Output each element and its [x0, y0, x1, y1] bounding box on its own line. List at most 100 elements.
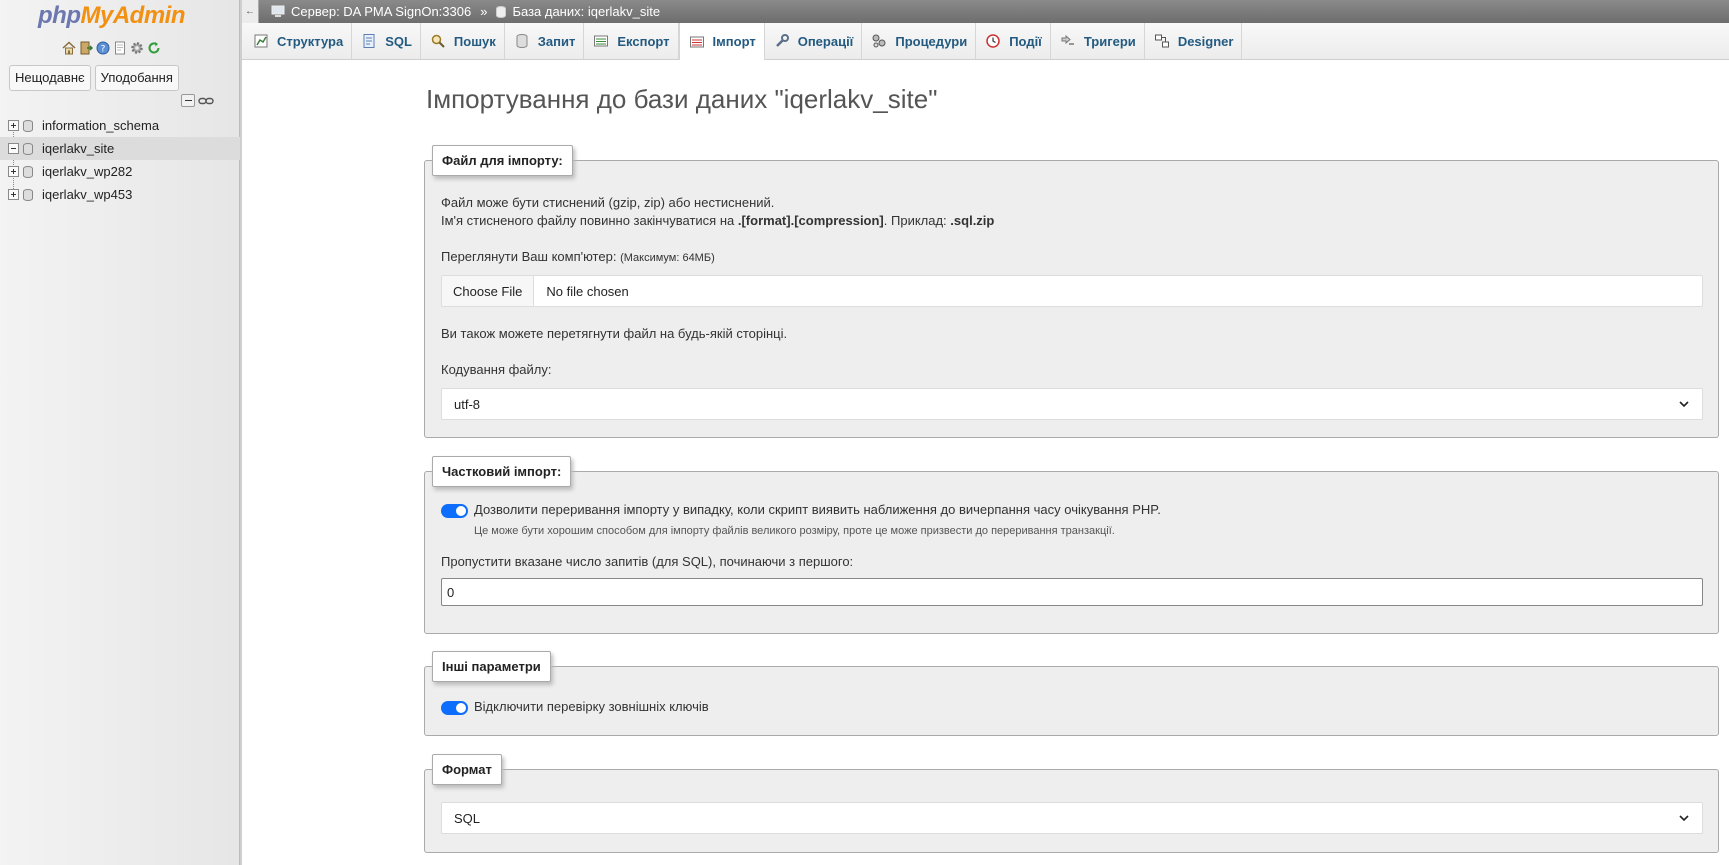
- tab-label: Структура: [277, 33, 344, 49]
- browse-text: Переглянути Ваш комп'ютер:: [441, 249, 617, 264]
- file-import-section: Файл для імпорту: Файл може бути стиснен…: [424, 145, 1719, 438]
- db-label[interactable]: iqerlakv_wp453: [42, 187, 132, 202]
- routines-icon: [872, 34, 886, 48]
- disable-fk-checks-toggle[interactable]: [441, 701, 468, 715]
- favorite-tables-button[interactable]: Уподобання: [94, 65, 179, 91]
- chevron-down-icon: [1679, 815, 1689, 822]
- logo-admin: Admin: [112, 2, 186, 29]
- tab-label: Процедури: [895, 33, 968, 49]
- tab-structure[interactable]: Структура: [244, 23, 353, 59]
- help-icon[interactable]: ?: [96, 41, 110, 55]
- tab-sql[interactable]: SQL: [352, 23, 421, 59]
- db-item-iqerlakv-site[interactable]: iqerlakv_site: [0, 137, 240, 160]
- wrench-icon: [775, 34, 789, 47]
- disable-fk-checks-label[interactable]: Відключити перевірку зовнішніх ключів: [474, 699, 709, 714]
- link-with-main-icon[interactable]: [198, 96, 214, 106]
- designer-icon: [1154, 34, 1169, 48]
- db-item-iqerlakv-wp282[interactable]: iqerlakv_wp282: [0, 160, 240, 183]
- svg-text:?: ?: [101, 45, 106, 55]
- main-content: Імпортування до бази даних "iqerlakv_sit…: [242, 60, 1729, 865]
- tab-import[interactable]: Імпорт: [678, 23, 765, 60]
- file-status: No file chosen: [546, 283, 629, 299]
- reload-icon[interactable]: [147, 41, 161, 55]
- tab-designer[interactable]: Designer: [1145, 23, 1243, 59]
- file-input[interactable]: Choose File No file chosen: [441, 275, 1703, 307]
- recent-tables-button[interactable]: Нещодавнє: [9, 65, 91, 91]
- choose-file-button[interactable]: Choose File: [442, 276, 535, 306]
- tab-label: Експорт: [617, 33, 670, 49]
- tab-operations[interactable]: Операції: [765, 23, 863, 59]
- export-icon: [594, 35, 609, 47]
- partial-section-legend: Частковий імпорт:: [432, 456, 572, 487]
- compression-naming-info: Ім'я стисненого файлу повинно закінчуват…: [441, 213, 994, 228]
- search-icon: [431, 34, 445, 48]
- collapse-all-icon[interactable]: [181, 94, 195, 107]
- events-icon: [986, 34, 1000, 48]
- other-section-legend: Інші параметри: [432, 651, 551, 682]
- naming-format: .[format].[compression]: [737, 213, 884, 228]
- expand-icon[interactable]: [8, 189, 19, 200]
- skip-queries-label: Пропустити вказане число запитів (для SQ…: [441, 554, 854, 569]
- skip-queries-input[interactable]: 0: [441, 578, 1703, 606]
- charset-select[interactable]: utf-8: [441, 388, 1703, 420]
- navigation-panel: phpMyAdmin ? Нещодавнє Уподобання inform…: [0, 0, 240, 865]
- logo-my: My: [80, 2, 113, 29]
- tab-export[interactable]: Експорт: [584, 23, 679, 59]
- other-options-section: Інші параметри Відключити перевірку зовн…: [424, 651, 1719, 736]
- charset-label: Кодування файлу:: [441, 362, 552, 377]
- quick-links: ?: [62, 41, 161, 55]
- database-icon: [23, 165, 33, 178]
- database-tabs: Структура SQL Пошук Запит Експорт Імпорт…: [242, 23, 1729, 60]
- partial-import-section: Частковий імпорт: Дозволити переривання …: [424, 456, 1719, 634]
- tab-triggers[interactable]: Тригери: [1051, 23, 1145, 59]
- db-item-iqerlakv-wp453[interactable]: iqerlakv_wp453: [0, 183, 240, 206]
- triggers-icon: [1061, 34, 1074, 45]
- db-label[interactable]: iqerlakv_wp282: [42, 164, 132, 179]
- expand-icon[interactable]: [8, 166, 19, 177]
- tab-label: SQL: [385, 33, 412, 49]
- allow-interrupt-hint: Це може бути хорошим способом для імпорт…: [474, 525, 1115, 537]
- breadcrumb-server[interactable]: Сервер: DA PMA SignOn:3306: [291, 4, 471, 19]
- breadcrumb: ← Сервер: DA PMA SignOn:3306 » База дани…: [242, 0, 1729, 23]
- file-section-legend: Файл для імпорту:: [432, 145, 573, 176]
- collapse-sidebar-icon[interactable]: ←: [242, 0, 259, 23]
- tab-label: Операції: [797, 33, 854, 49]
- home-icon[interactable]: [62, 41, 76, 55]
- expand-icon[interactable]: [8, 120, 19, 131]
- breadcrumb-separator: »: [480, 4, 488, 19]
- tab-events[interactable]: Події: [976, 23, 1051, 59]
- format-value: SQL: [454, 810, 481, 826]
- tab-routines[interactable]: Процедури: [862, 23, 977, 59]
- allow-interrupt-label[interactable]: Дозволити переривання імпорту у випадку,…: [474, 502, 1161, 517]
- query-icon: [516, 34, 528, 48]
- naming-mid: . Приклад:: [883, 213, 951, 228]
- max-size-label: (Максимум: 64МБ): [620, 252, 715, 264]
- phpmyadmin-logo[interactable]: phpMyAdmin: [38, 2, 186, 30]
- tab-search[interactable]: Пошук: [421, 23, 505, 59]
- tab-query[interactable]: Запит: [505, 23, 585, 59]
- format-section-legend: Формат: [432, 754, 502, 785]
- database-icon: [496, 5, 507, 18]
- allow-interrupt-toggle[interactable]: [441, 504, 468, 518]
- structure-icon: [254, 34, 268, 48]
- logo-php: php: [38, 2, 81, 29]
- format-select[interactable]: SQL: [441, 802, 1703, 834]
- tab-label: Designer: [1177, 33, 1234, 49]
- naming-prefix: Ім'я стисненого файлу повинно закінчуват…: [441, 213, 738, 228]
- format-section: Формат SQL: [424, 754, 1719, 853]
- db-item-information-schema[interactable]: information_schema: [0, 114, 240, 137]
- tab-label: Тригери: [1083, 33, 1136, 49]
- tab-label: Запит: [537, 33, 576, 49]
- import-icon: [689, 36, 704, 47]
- tab-label: Пошук: [453, 33, 496, 49]
- tab-label: Події: [1009, 33, 1042, 49]
- browse-label: Переглянути Ваш комп'ютер: (Максимум: 64…: [441, 249, 715, 264]
- docs-icon[interactable]: [113, 41, 127, 55]
- collapse-icon[interactable]: [8, 143, 19, 154]
- naming-example: .sql.zip: [950, 213, 995, 228]
- settings-icon[interactable]: [130, 41, 144, 55]
- db-label[interactable]: information_schema: [42, 118, 159, 133]
- exit-icon[interactable]: [79, 41, 93, 55]
- db-label[interactable]: iqerlakv_site: [42, 141, 114, 156]
- breadcrumb-database[interactable]: База даних: iqerlakv_site: [512, 4, 660, 19]
